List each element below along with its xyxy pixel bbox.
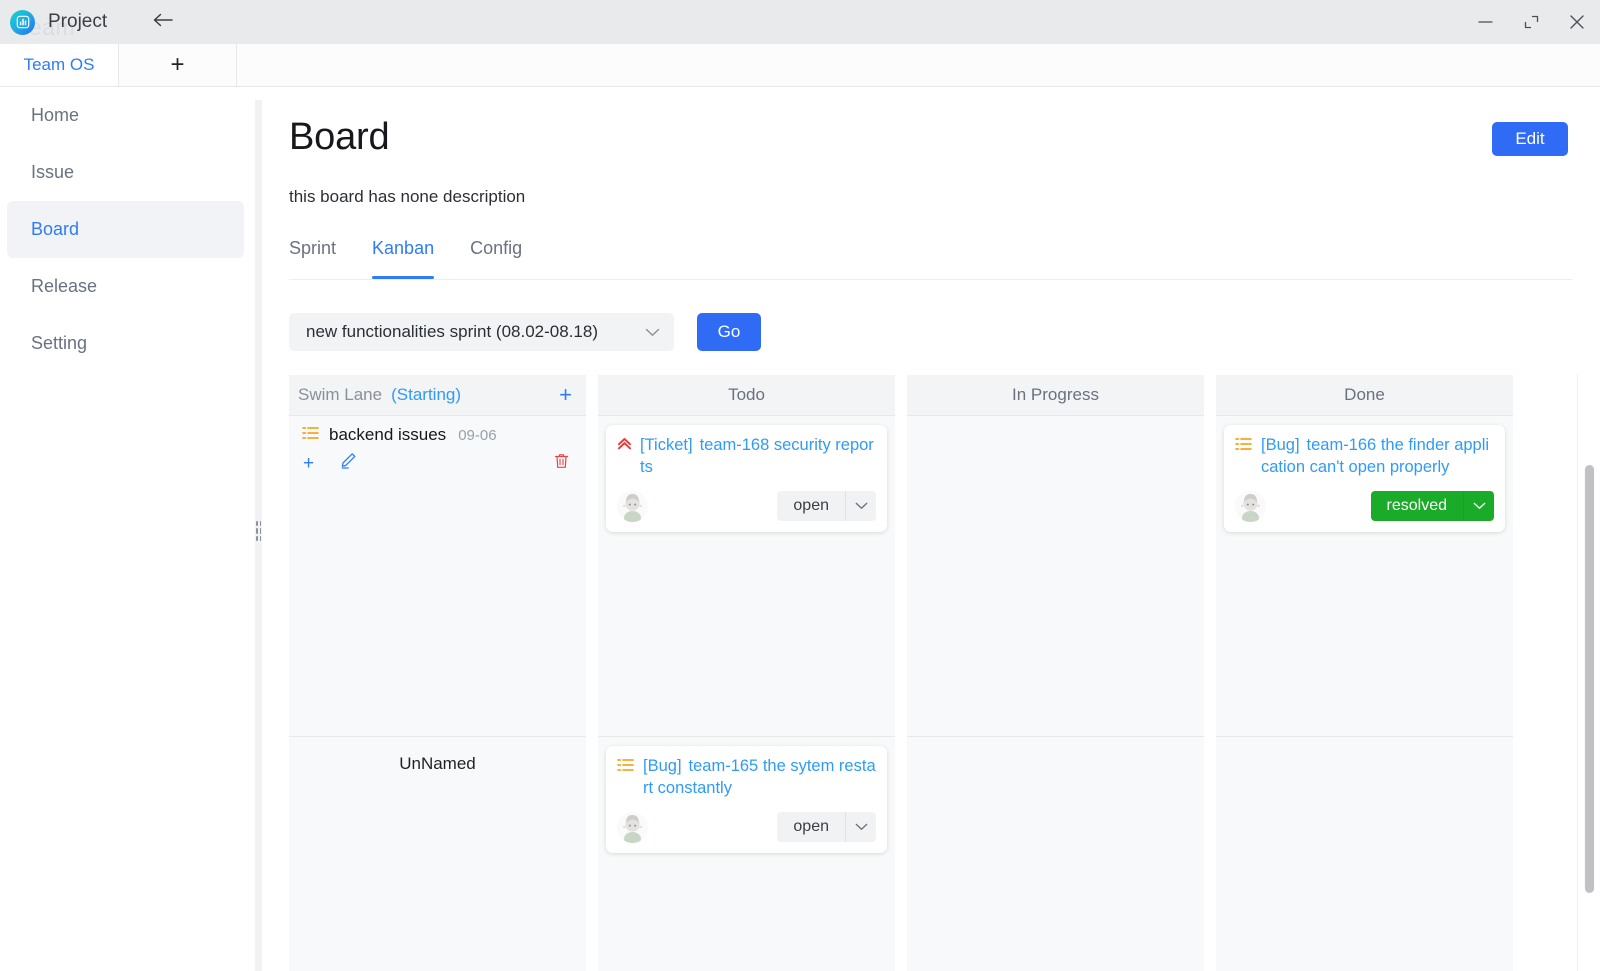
avatar[interactable] (617, 491, 648, 522)
tab-label: Sprint (289, 235, 336, 259)
status-label: open (777, 812, 845, 842)
swimlane-row-2: UnNamed (289, 737, 586, 971)
pencil-icon[interactable] (340, 452, 357, 475)
sidebar-item-setting[interactable]: Setting (7, 315, 244, 372)
tab-label: Config (470, 235, 522, 259)
chevron-down-icon[interactable] (1463, 491, 1494, 521)
status-badge[interactable]: open (777, 812, 876, 842)
tab-kanban[interactable]: Kanban (372, 235, 434, 279)
card-tag: [Bug] (1261, 436, 1300, 454)
list-icon (1235, 437, 1252, 451)
tab-team-os[interactable]: Team OS (0, 44, 118, 86)
list-icon (617, 758, 634, 772)
window-controls (1462, 0, 1600, 44)
status-label: open (777, 491, 845, 521)
kanban-board: Swim Lane (Starting) + backend issues (289, 375, 1543, 971)
swimlane-row-1: backend issues 09-06 + (289, 416, 586, 737)
kanban-card[interactable]: [Ticket]team-168 security reports (606, 425, 887, 532)
column-header-in-progress: In Progress (907, 375, 1204, 416)
avatar[interactable] (617, 812, 648, 843)
edit-button[interactable]: Edit (1492, 122, 1568, 156)
sidebar-splitter[interactable] (255, 100, 262, 971)
swimlane-date: 09-06 (458, 427, 496, 444)
sprint-selector-row: new functionalities sprint (08.02-08.18)… (289, 313, 761, 351)
board-description: this board has none description (289, 187, 525, 207)
sidebar-item-label: Board (31, 219, 79, 240)
board-column-in-progress: In Progress (907, 375, 1204, 971)
add-swimlane-plus-icon[interactable]: + (559, 382, 572, 408)
status-label: resolved (1371, 491, 1463, 521)
swimlane-column-header: Swim Lane (Starting) + (289, 375, 586, 416)
go-button[interactable]: Go (697, 313, 761, 351)
column-cell-todo-lane2[interactable]: [Bug]team-165 the sytem restart constant… (598, 737, 895, 971)
sidebar-item-label: Release (31, 276, 97, 297)
board-vertical-scrollbar[interactable] (1584, 465, 1595, 893)
sprint-select-value: new functionalities sprint (08.02-08.18) (306, 322, 598, 342)
back-arrow-icon[interactable] (151, 11, 174, 33)
swimlane-item[interactable]: backend issues 09-06 (297, 425, 578, 445)
status-badge[interactable]: open (777, 491, 876, 521)
kanban-card[interactable]: [Bug]team-166 the finder application can… (1224, 425, 1505, 532)
column-cell-done-lane2[interactable] (1216, 737, 1513, 971)
swimlane-header-state: (Starting) (391, 385, 461, 405)
sprint-select[interactable]: new functionalities sprint (08.02-08.18) (289, 313, 674, 351)
swimlane-name: UnNamed (399, 754, 476, 971)
minimize-icon[interactable] (1462, 0, 1508, 44)
close-icon[interactable] (1554, 0, 1600, 44)
card-tag: [Ticket] (640, 436, 693, 454)
splitter-grip-icon[interactable] (255, 520, 262, 542)
column-cell-todo-lane1[interactable]: [Ticket]team-168 security reports (598, 416, 895, 737)
sidebar-item-board[interactable]: Board (7, 201, 244, 258)
column-header-done: Done (1216, 375, 1513, 416)
tab-config[interactable]: Config (470, 235, 522, 279)
window-title-bar: team Project (0, 0, 1600, 44)
sidebar-item-label: Setting (31, 333, 87, 354)
column-cell-inprogress-lane2[interactable] (907, 737, 1204, 971)
column-cell-done-lane1[interactable]: [Bug]team-166 the finder application can… (1216, 416, 1513, 737)
column-cell-inprogress-lane1[interactable] (907, 416, 1204, 737)
status-badge[interactable]: resolved (1371, 491, 1494, 521)
browser-tab-strip: Team OS + (0, 44, 1600, 87)
column-header-todo: Todo (598, 375, 895, 416)
double-chevron-up-icon (617, 436, 632, 455)
sidebar-item-home[interactable]: Home (7, 87, 244, 144)
sidebar-item-label: Home (31, 105, 79, 126)
tab-sprint[interactable]: Sprint (289, 235, 336, 279)
board-scrollbar-thumb[interactable] (1585, 465, 1594, 893)
maximize-icon[interactable] (1508, 0, 1554, 44)
add-issue-plus-icon[interactable]: + (303, 453, 314, 475)
page-title: Board (289, 116, 389, 159)
sidebar-item-label: Issue (31, 162, 74, 183)
board-column-done: Done [Bug]team-16 (1216, 375, 1513, 971)
sidebar-item-release[interactable]: Release (7, 258, 244, 315)
board-right-divider (1577, 375, 1578, 971)
swimlane-actions: + (297, 452, 578, 475)
kanban-card[interactable]: [Bug]team-165 the sytem restart constant… (606, 746, 887, 853)
list-icon (302, 426, 319, 445)
sidebar-item-issue[interactable]: Issue (7, 144, 244, 201)
chevron-down-icon[interactable] (845, 812, 876, 842)
board-tabs: Sprint Kanban Config (289, 235, 1572, 280)
swimlane-header-label: Swim Lane (298, 385, 382, 405)
card-title: [Ticket]team-168 security reports (640, 434, 876, 479)
board-column-todo: Todo [Ticket]team-168 security reports (598, 375, 895, 971)
bar-chart-logo-icon (10, 10, 35, 35)
tab-label: Kanban (372, 235, 434, 259)
app-title: Project (48, 11, 107, 33)
chevron-down-icon (645, 324, 660, 340)
main-content: Board Edit this board has none descripti… (262, 87, 1600, 971)
avatar[interactable] (1235, 491, 1266, 522)
card-title: [Bug]team-165 the sytem restart constant… (643, 755, 876, 800)
sidebar: Home Issue Board Release Setting (0, 87, 251, 971)
chevron-down-icon[interactable] (845, 491, 876, 521)
trash-icon[interactable] (554, 453, 578, 474)
tab-strip-filler (236, 44, 1600, 86)
board-column-swimlane: Swim Lane (Starting) + backend issues (289, 375, 586, 971)
card-tag: [Bug] (643, 757, 682, 775)
new-tab-button[interactable]: + (118, 44, 236, 86)
card-title: [Bug]team-166 the finder application can… (1261, 434, 1494, 479)
swimlane-name: backend issues (329, 425, 446, 445)
